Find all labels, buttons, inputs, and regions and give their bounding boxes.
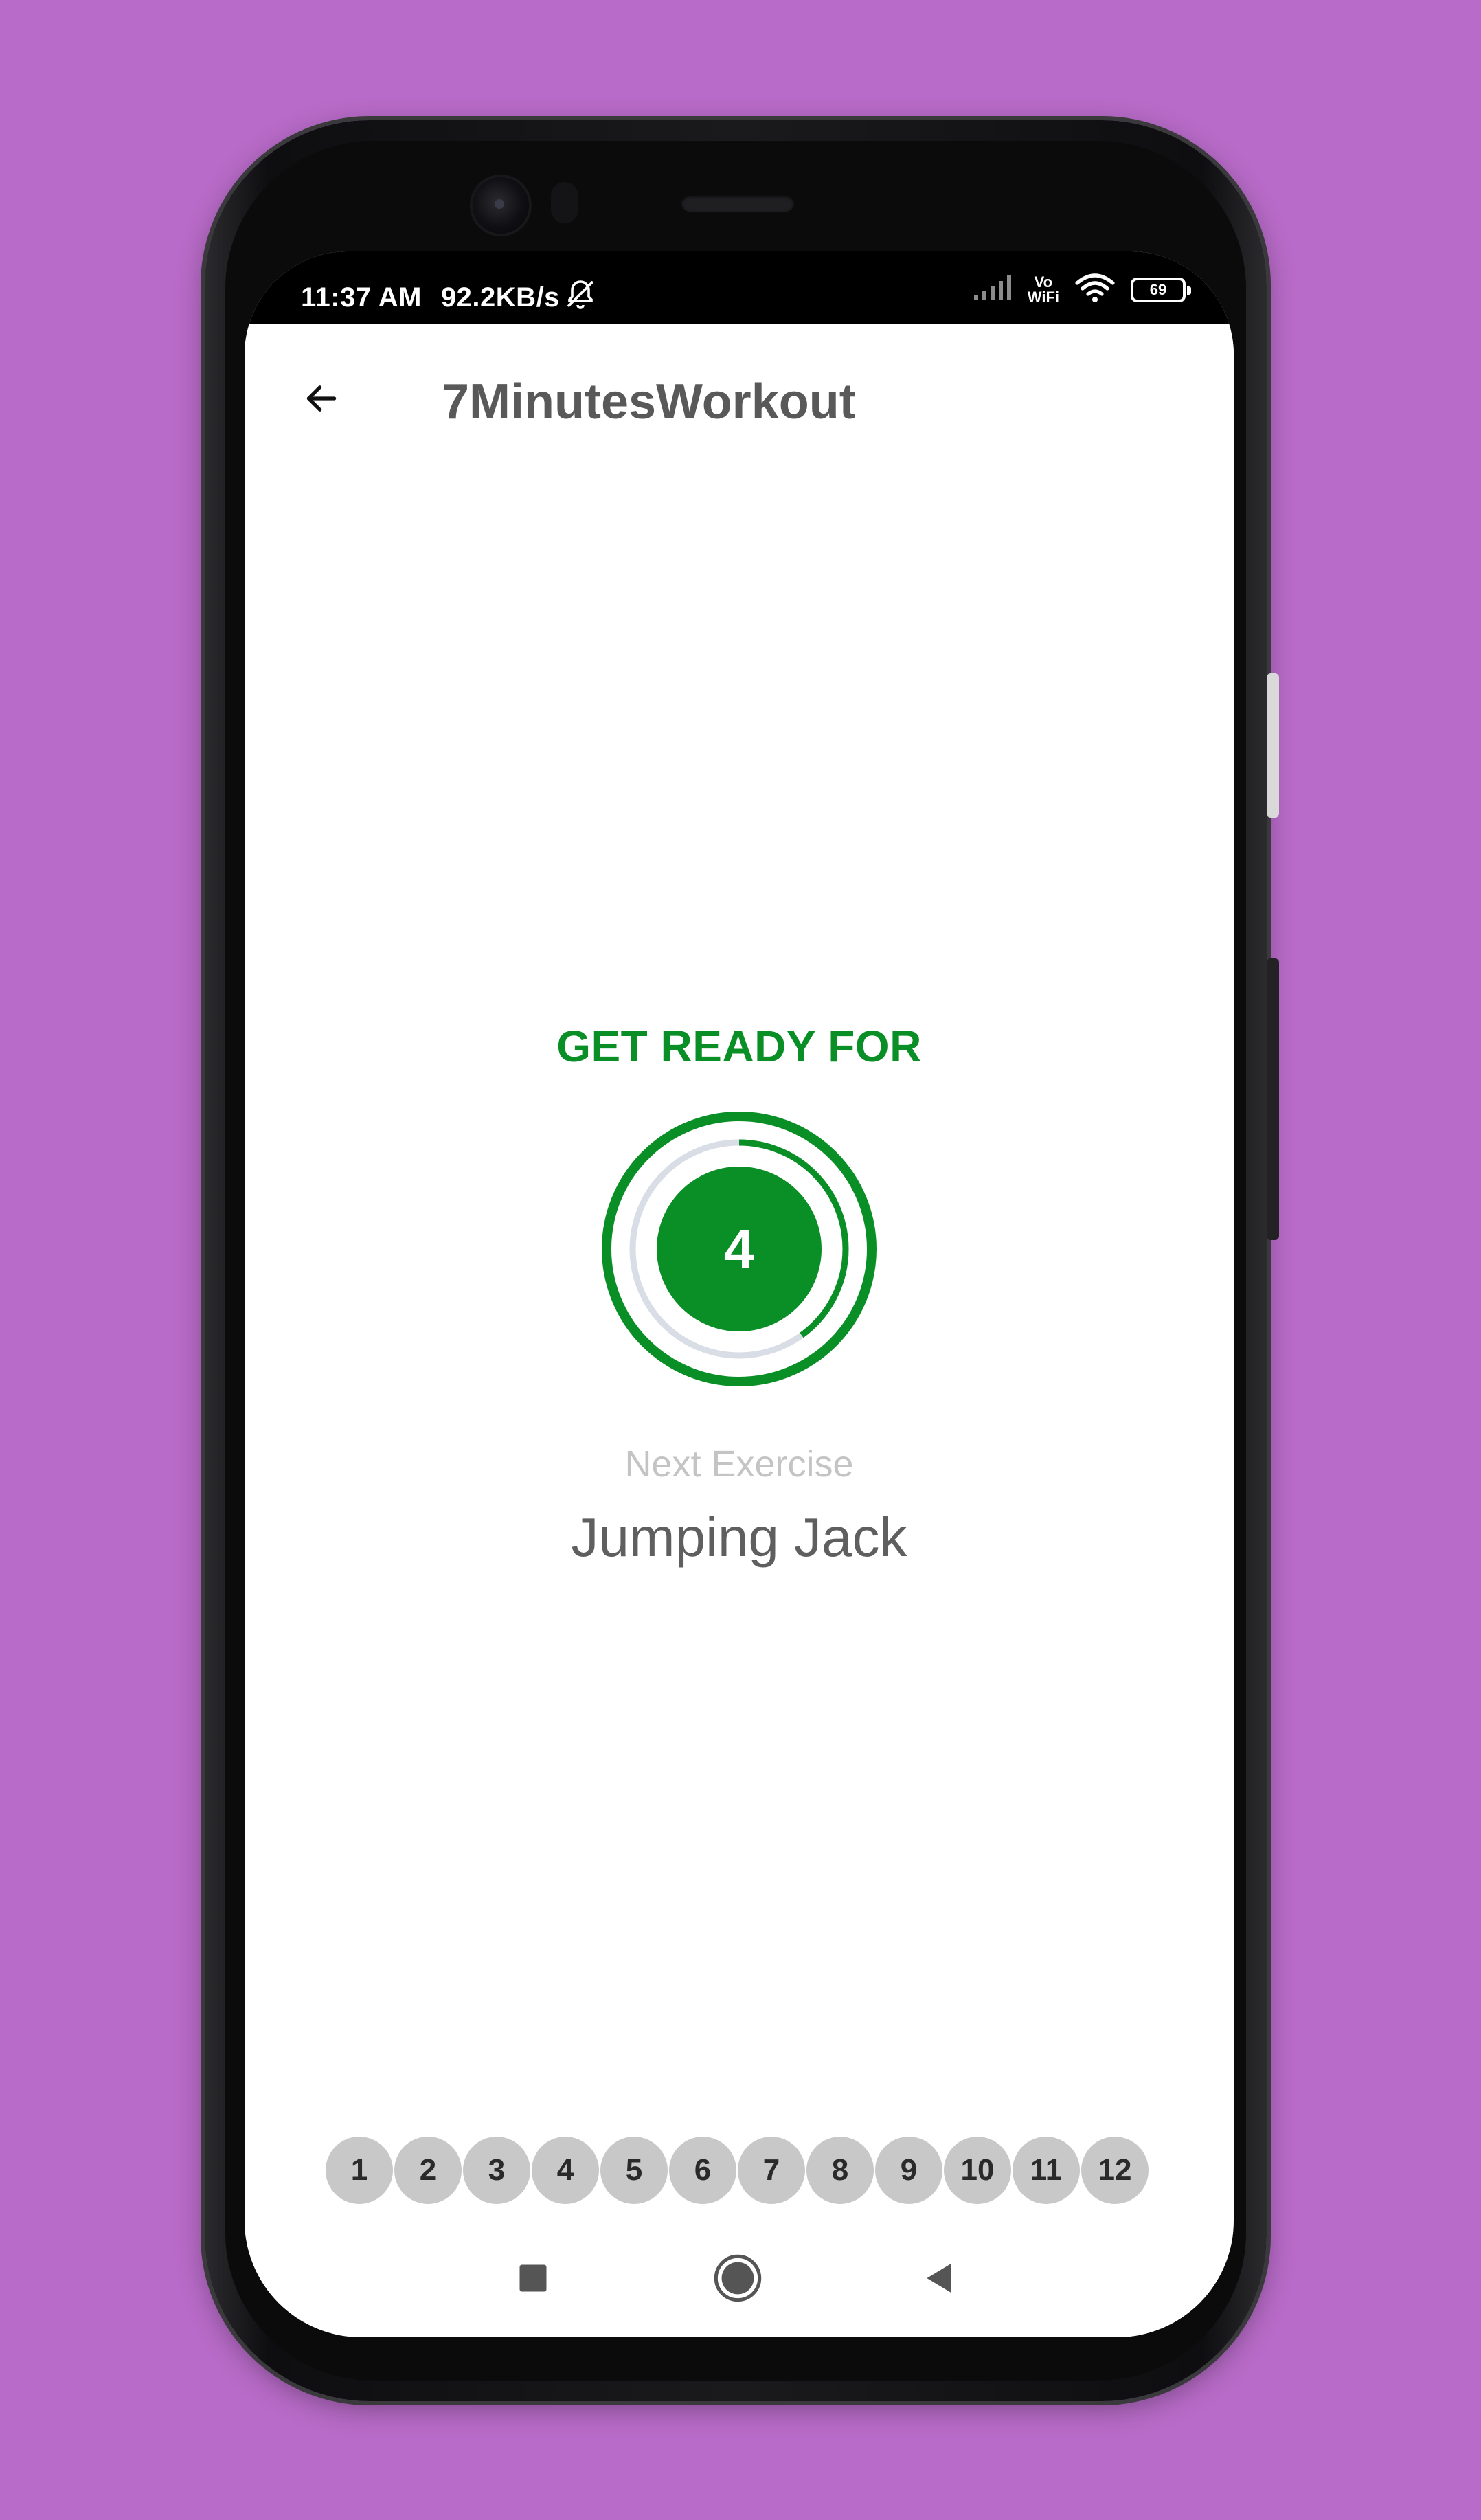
volume-button [1267,673,1279,818]
exercise-progress-item: 4 [532,2137,599,2204]
network-speed: 92.2KB/s [440,282,560,313]
exercise-progress-item: 5 [600,2137,668,2204]
power-button [1267,958,1279,1240]
vowifi-bottom: WiFi [1027,288,1059,306]
rest-timer: 4 [599,1109,879,1389]
screen: 11:37 AM 92.2KB/s Vo WiFi 69 7MinutesWor… [245,251,1234,2337]
notifications-off-icon [564,278,597,317]
next-exercise-name: Jumping Jack [571,1507,907,1568]
circle-home-icon [712,2252,764,2308]
exercise-progress-item: 11 [1013,2137,1080,2204]
recent-apps-button[interactable] [499,2245,567,2314]
earpiece-speaker [681,195,794,212]
system-back-button[interactable] [905,2245,974,2314]
proximity-sensor [551,182,578,223]
vowifi-indicator: Vo WiFi [1027,274,1059,306]
triangle-back-icon [920,2259,959,2301]
status-bar: 11:37 AM 92.2KB/s Vo WiFi 69 [245,251,1234,324]
exercise-progress-item: 3 [463,2137,530,2204]
app-title: 7MinutesWorkout [442,374,856,429]
signal-icon [971,274,1013,305]
exercise-progress-item: 12 [1081,2137,1149,2204]
get-ready-heading: GET READY FOR [556,1022,922,1071]
exercise-progress-item: 6 [669,2137,736,2204]
exercise-progress-item: 2 [394,2137,462,2204]
square-recent-icon [515,2260,551,2299]
status-time: 11:37 AM [301,282,422,313]
timer-value: 4 [723,1218,755,1279]
arrow-left-icon [302,379,341,421]
exercise-progress-item: 9 [875,2137,942,2204]
back-button[interactable] [287,365,356,434]
exercise-progress-item: 1 [326,2137,393,2204]
wifi-icon [1074,272,1116,307]
home-button[interactable] [703,2245,772,2314]
status-right: Vo WiFi 69 [971,272,1191,307]
next-exercise-label: Next Exercise [624,1443,854,1485]
battery-level: 69 [1149,280,1167,298]
exercise-progress-item: 8 [806,2137,874,2204]
exercise-progress-list: 1 2 3 4 5 6 7 8 9 10 11 12 [326,2137,1149,2204]
front-camera [473,177,529,234]
battery-icon: 69 [1131,277,1191,302]
exercise-progress-item: 7 [738,2137,805,2204]
status-left: 11:37 AM 92.2KB/s [301,278,597,317]
exercise-progress-item: 10 [944,2137,1011,2204]
app-bar: 7MinutesWorkout [245,324,1234,480]
system-nav-bar [245,2230,1234,2337]
